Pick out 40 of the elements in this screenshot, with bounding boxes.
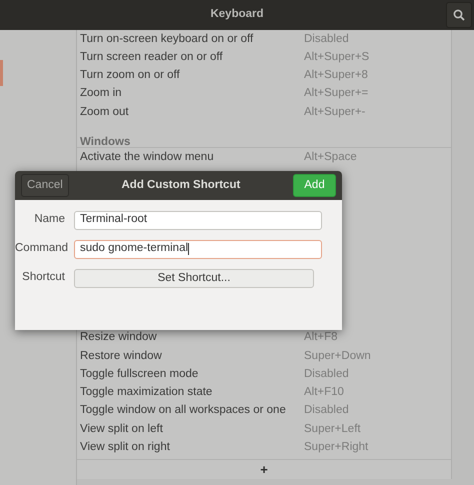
shortcut-keys: Super+Right — [304, 439, 368, 456]
shortcut-name: Resize window — [80, 330, 158, 346]
field-label: Command — [15, 241, 70, 256]
field-label: Name — [33, 212, 66, 228]
shortcut-name: Toggle window on all workspaces or one — [80, 403, 287, 418]
window-title: Keyboard — [210, 7, 264, 22]
shortcut-keys: Super+Down — [304, 348, 371, 365]
shortcut-name: Toggle fullscreen mode — [80, 366, 200, 382]
field-label: Shortcut — [21, 270, 66, 286]
shortcut-keys: Alt+Super+S — [304, 48, 370, 66]
shortcut-name: Restore window — [80, 348, 163, 364]
shortcut-name: Turn zoom on or off — [80, 68, 181, 84]
search-icon — [453, 9, 465, 21]
shortcut-name: Turn screen reader on or off — [80, 50, 224, 65]
selection-marker — [0, 60, 3, 86]
text-field[interactable]: Terminal-root — [74, 210, 322, 230]
cancel-button[interactable]: Cancel — [21, 174, 69, 197]
shortcut-name: Zoom out — [80, 104, 130, 120]
shortcut-keys: Disabled — [304, 366, 349, 384]
text-field[interactable]: sudo gnome-terminal — [74, 240, 322, 258]
shortcut-keys: Alt+F10 — [304, 384, 344, 402]
set-shortcut-button[interactable]: Set Shortcut... — [74, 268, 314, 288]
shortcut-keys: Alt+F8 — [304, 329, 338, 347]
shortcut-name: Turn on-screen keyboard on or off — [80, 32, 254, 47]
search-button[interactable] — [446, 2, 472, 28]
shortcut-keys: Alt+Super+8 — [304, 67, 368, 84]
shortcut-name: Activate the window menu — [80, 150, 215, 165]
add-shortcut-button[interactable]: + — [77, 458, 451, 479]
section-title: Windows — [80, 136, 130, 148]
shortcut-keys: Disabled — [304, 402, 349, 420]
shortcut-name: View split on left — [80, 422, 164, 437]
shortcut-keys: Alt+Space — [304, 149, 357, 166]
shortcut-keys: Super+Left — [304, 420, 361, 438]
dialog-title: Add Custom Shortcut — [121, 178, 240, 193]
shortcut-keys: Alt+Super+= — [304, 85, 368, 103]
shortcut-keys: Alt+Super+- — [304, 104, 366, 121]
shortcut-name: Zoom in — [80, 86, 123, 102]
shortcut-name: View split on right — [80, 440, 171, 456]
shortcut-name: Toggle maximization state — [80, 385, 214, 400]
shortcut-keys: Disabled — [304, 30, 349, 48]
